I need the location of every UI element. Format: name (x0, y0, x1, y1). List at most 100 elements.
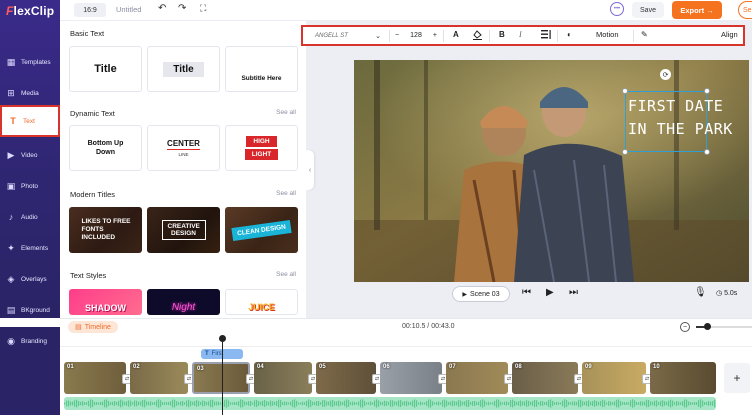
zoom-knob[interactable] (704, 323, 712, 330)
style-card-night[interactable]: Night (147, 289, 220, 315)
sidebar-item-label: Text (23, 117, 35, 125)
waveform-bar (646, 399, 648, 408)
waveform-bar (350, 402, 352, 405)
text-card-title[interactable]: Title (69, 46, 142, 92)
card-label: LIKES TO FREE FONTS INCLUDED (81, 218, 131, 241)
waveform-bar (82, 401, 84, 406)
clip-04[interactable]: 04 (254, 362, 312, 394)
sidebar-item-background[interactable]: ▤ BKground (0, 296, 60, 324)
sidebar-item-audio[interactable]: ♪ Audio (0, 203, 60, 231)
waveform-bar (196, 400, 198, 407)
resize-handle[interactable] (622, 88, 628, 94)
text-color-icon[interactable]: A (453, 30, 459, 39)
clip-01[interactable]: 01 (64, 362, 126, 394)
highlight-color-icon[interactable] (473, 30, 482, 42)
microphone-icon[interactable]: 🎙 (694, 287, 707, 298)
text-card-subtitle[interactable]: Subtitle Here (225, 46, 298, 92)
align-button[interactable]: Align (721, 30, 738, 39)
fullscreen-icon[interactable]: ⛶ (200, 3, 206, 14)
waveform-bar (260, 401, 262, 406)
chat-icon[interactable]: ••• (610, 2, 624, 16)
text-card-title-boxed[interactable]: Title (147, 46, 220, 92)
flexclip-logo[interactable]: FlexClip (6, 4, 54, 18)
waveform-bar (558, 402, 560, 405)
collapse-panel-chevron-icon[interactable]: ‹ (306, 150, 314, 190)
share-button[interactable]: Se (738, 1, 752, 19)
card-label: CENTER LINE (167, 139, 200, 157)
next-icon[interactable]: ⏭ (569, 287, 578, 298)
waveform-bar (296, 400, 298, 407)
previous-icon[interactable]: ⏮ (522, 287, 531, 298)
zoom-slider[interactable] (696, 323, 752, 330)
font-family-select[interactable]: ANGELL ST ⌄ (315, 30, 381, 42)
timeline-ruler[interactable] (60, 337, 752, 347)
project-title[interactable]: Untitled (116, 5, 141, 14)
export-button[interactable]: Export → (672, 1, 722, 19)
resize-handle[interactable] (704, 149, 710, 155)
clip-09[interactable]: 09 (582, 362, 646, 394)
see-all-dynamic[interactable]: See all (276, 109, 296, 116)
edit-style-icon[interactable]: ✎ (641, 30, 648, 39)
resize-handle[interactable] (622, 149, 628, 155)
timeline-toggle[interactable]: ▤ Timeline (68, 321, 118, 333)
clip-08[interactable]: 08 (512, 362, 578, 394)
waveform-bar (580, 399, 582, 408)
title-card-clean[interactable]: CLEAN DESIGN (225, 207, 298, 253)
clip-07[interactable]: 07 (446, 362, 508, 394)
playhead-handle[interactable] (219, 335, 226, 342)
audio-track[interactable] (64, 397, 716, 410)
aspect-ratio-button[interactable]: 16:9 (74, 3, 106, 17)
zoom-out-icon[interactable]: − (680, 322, 690, 332)
clip-03[interactable]: 03 (192, 362, 250, 394)
sidebar-item-overlays[interactable]: ◈ Overlays (0, 265, 60, 293)
waveform-bar (186, 400, 188, 407)
title-text-box[interactable]: FIRST DATE IN THE PARK (625, 91, 732, 152)
text-card-bottom-up[interactable]: Bottom Up Down (69, 125, 142, 171)
scene-duration[interactable]: ◷ 5.0s (716, 289, 737, 297)
resize-handle[interactable] (704, 88, 710, 94)
waveform-bar (396, 401, 398, 406)
italic-button[interactable]: I (519, 30, 522, 39)
see-all-modern[interactable]: See all (276, 190, 296, 197)
waveform-bar (218, 401, 220, 406)
title-card-likes[interactable]: LIKES TO FREE FONTS INCLUDED (69, 207, 142, 253)
style-card-shadow[interactable]: SHADOW (69, 289, 142, 315)
clip-05[interactable]: 05 (316, 362, 376, 394)
text-card-center-line[interactable]: CENTER LINE (147, 125, 220, 171)
redo-icon[interactable]: ↷ (178, 3, 186, 14)
bold-button[interactable]: B (499, 30, 505, 39)
size-value[interactable]: 128 (410, 32, 422, 39)
font-size-stepper[interactable]: − 128 + (395, 29, 437, 42)
spacing-icon[interactable] (541, 30, 551, 41)
save-button[interactable]: Save (632, 2, 664, 18)
waveform-bar (288, 402, 290, 405)
clip-10[interactable]: 10 (650, 362, 716, 394)
motion-button[interactable]: Motion (596, 30, 619, 39)
opacity-icon[interactable]: ◐ (567, 30, 572, 39)
playhead[interactable] (222, 335, 223, 415)
text-card-high-light[interactable]: HIGH LIGHT (225, 125, 298, 171)
waveform-bar (566, 400, 568, 407)
rotate-handle-icon[interactable]: ⟳ (660, 69, 671, 80)
clip-02[interactable]: 02 (130, 362, 188, 394)
divider (489, 30, 490, 42)
sidebar-item-media[interactable]: ⊞ Media (0, 79, 60, 107)
size-plus-button[interactable]: + (433, 32, 437, 39)
add-clip-button[interactable]: + (724, 363, 750, 393)
sidebar-item-video[interactable]: ▶ Video (0, 141, 60, 169)
play-icon[interactable]: ▶ (546, 287, 554, 298)
sidebar-item-elements[interactable]: ✦ Elements (0, 234, 60, 262)
sidebar-item-text[interactable]: T Text (0, 105, 60, 137)
undo-icon[interactable]: ↶ (158, 3, 166, 14)
sidebar-item-templates[interactable]: ▦ Templates (0, 48, 60, 76)
size-minus-button[interactable]: − (395, 32, 399, 39)
style-card-juice[interactable]: JUICE (225, 289, 298, 315)
waveform-bar (180, 401, 182, 406)
scene-button[interactable]: ▶ Scene 03 (452, 286, 510, 302)
sidebar-item-photo[interactable]: ▣ Photo (0, 172, 60, 200)
see-all-styles[interactable]: See all (276, 271, 296, 278)
title-card-creative[interactable]: CREATIVE DESIGN (147, 207, 220, 253)
clip-06[interactable]: 06 (380, 362, 442, 394)
sidebar-item-branding[interactable]: ◉ Branding (0, 327, 60, 355)
waveform-bar (506, 401, 508, 406)
